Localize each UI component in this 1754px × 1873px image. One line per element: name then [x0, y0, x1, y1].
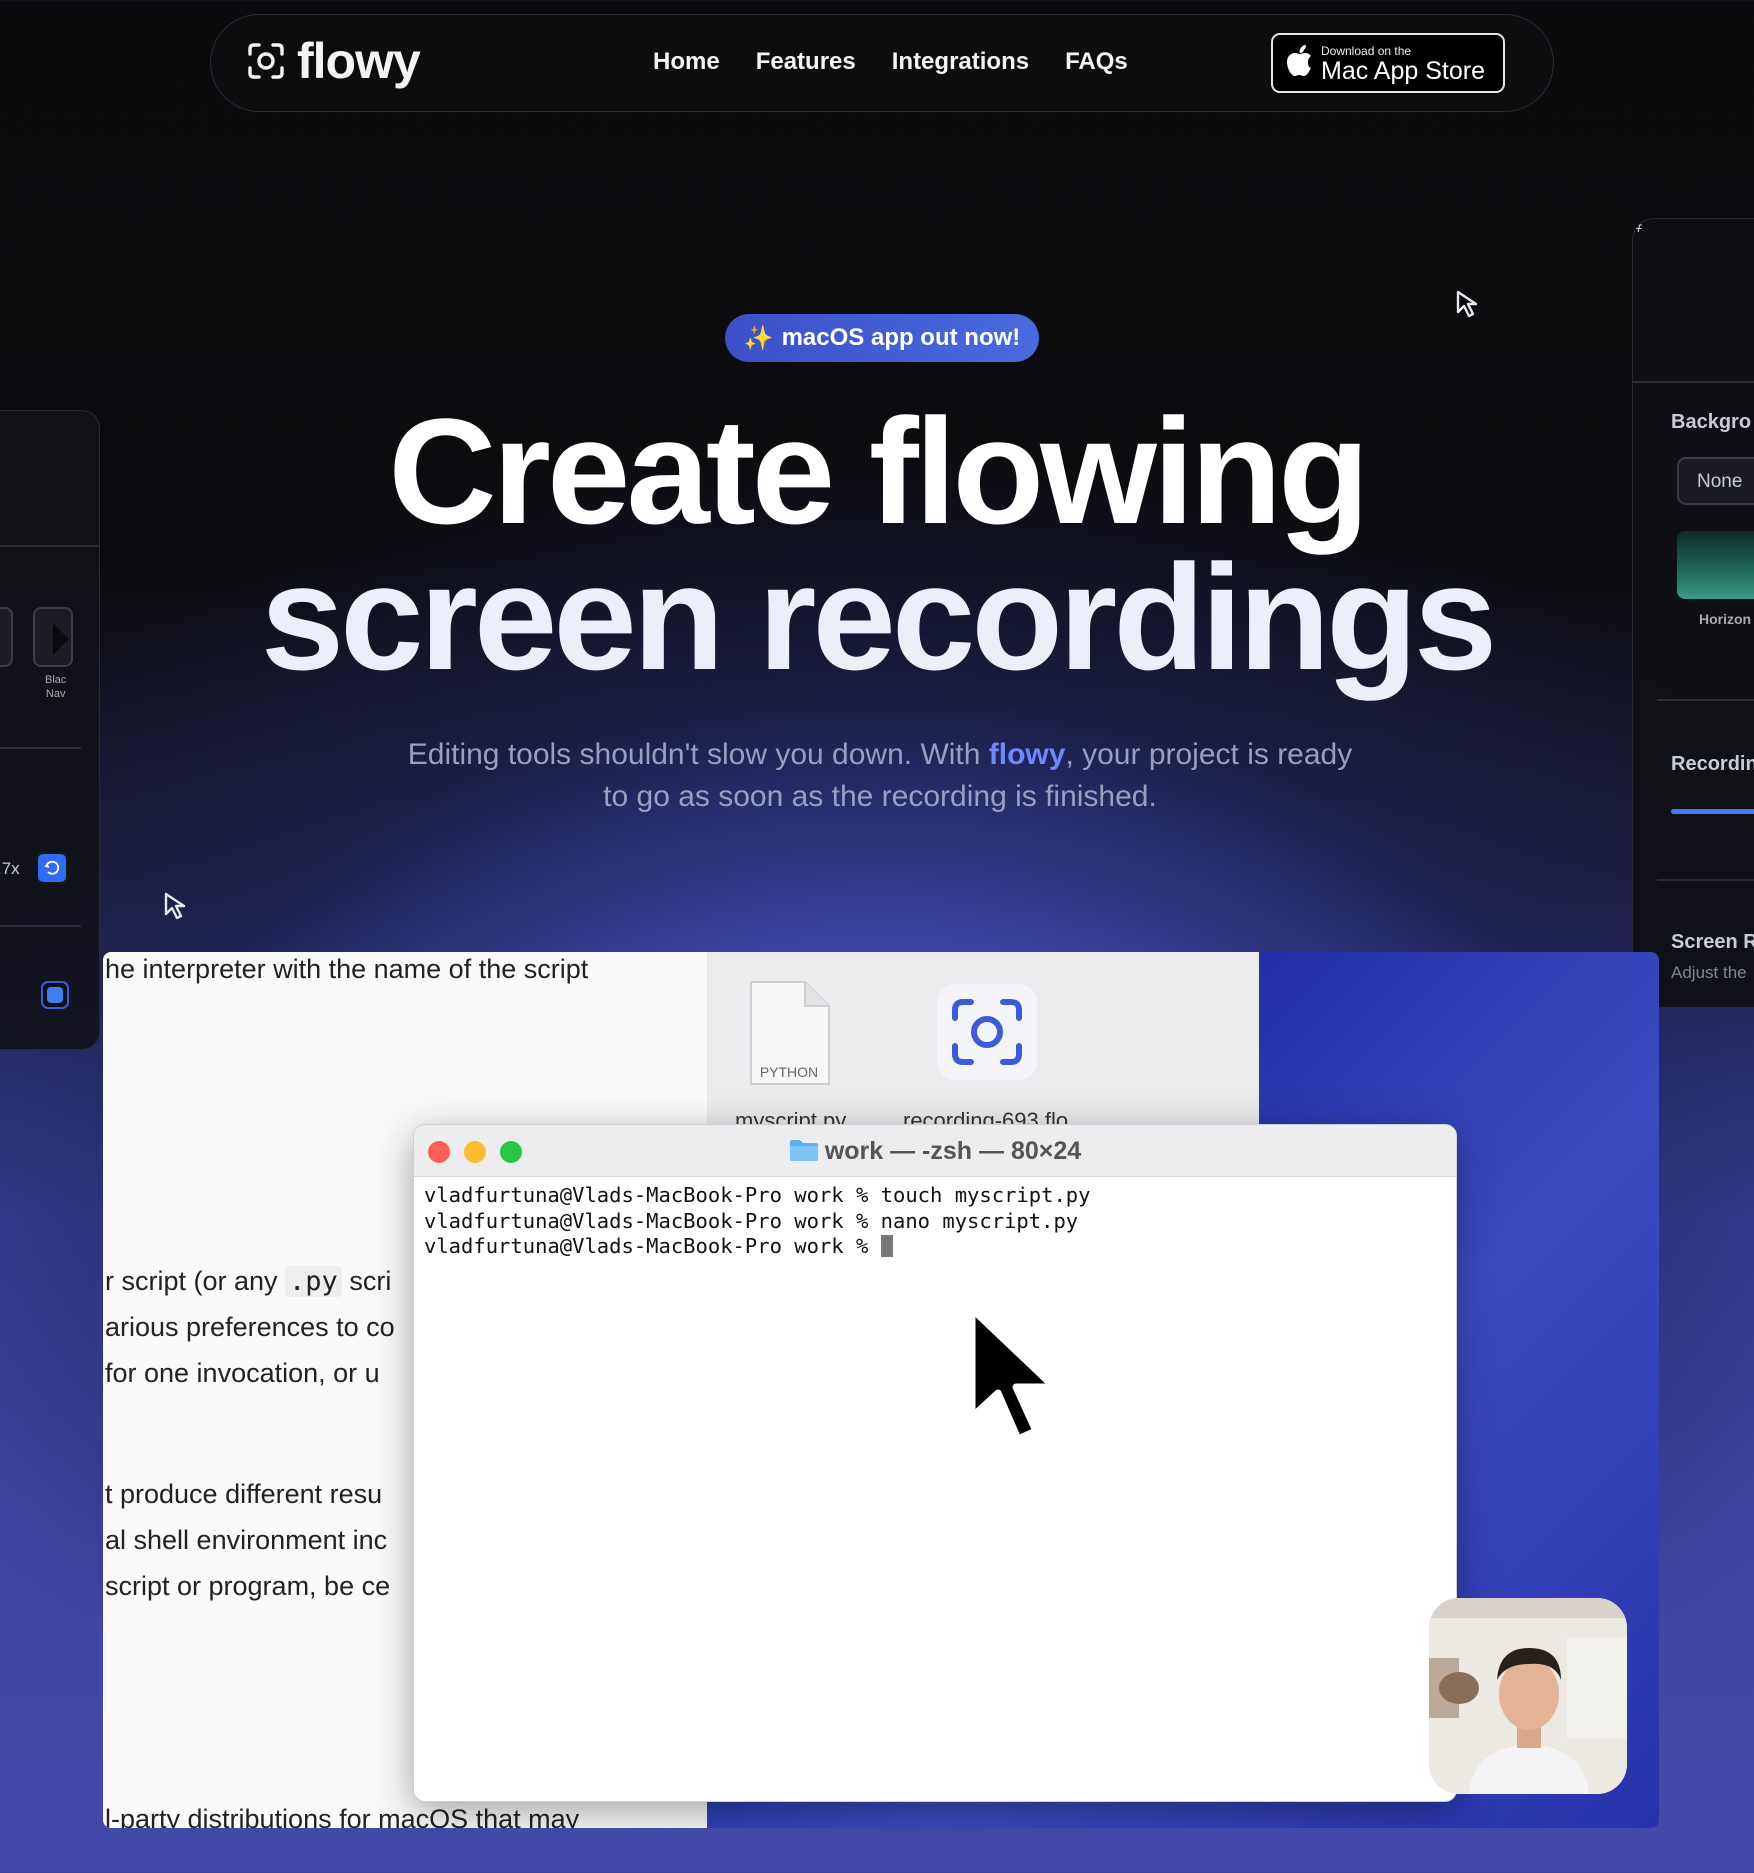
python-file-icon[interactable]: PYTHON: [747, 980, 831, 1086]
code-inline: .py: [285, 1266, 342, 1297]
background-section-title: Backgro: [1671, 411, 1752, 433]
terminal-line: vladfurtuna@Vlads-MacBook-Pro work %: [424, 1234, 1446, 1260]
logo[interactable]: flowy: [247, 33, 421, 89]
divider: [0, 747, 81, 749]
divider: [0, 545, 99, 547]
terminal-titlebar: work — -zsh — 80×24: [414, 1125, 1456, 1177]
finder-window: PYTHON myscript.py recording-693.flo: [707, 952, 1259, 1152]
logo-icon: [247, 42, 285, 80]
nav-link-integrations[interactable]: Integrations: [892, 48, 1029, 76]
terminal-title: work — -zsh — 80×24: [414, 1137, 1456, 1169]
pointer-icon: [1456, 290, 1482, 323]
horizon-label: Horizon: [1699, 611, 1752, 627]
recording-preview: he interpreter with the name of the scri…: [103, 952, 1659, 1828]
doc-text-line: he interpreter with the name of the scri…: [105, 954, 589, 984]
terminal-line: vladfurtuna@Vlads-MacBook-Pro work % tou…: [424, 1183, 1091, 1207]
right-settings-panel: Backgro None Horizon Recordin # Screen R…: [1632, 218, 1754, 1008]
nav-link-faqs[interactable]: FAQs: [1065, 48, 1128, 76]
left-editor-panel: BlacNav .7x: [0, 410, 100, 1050]
doc-text-line: t produce different resu: [105, 1479, 383, 1509]
doc-text-line: r script (or any .py scri: [105, 1266, 392, 1297]
thumbnail[interactable]: [0, 607, 13, 667]
folder-icon: [789, 1138, 819, 1169]
hero-heading: Create flowing screen recordings: [0, 387, 1754, 701]
nav-link-home[interactable]: Home: [653, 48, 720, 76]
nav-link-features[interactable]: Features: [756, 48, 856, 76]
thumbnail-label: Blac Nav: [45, 674, 67, 700]
subtitle-brand: flowy: [988, 738, 1066, 771]
announcement-badge[interactable]: ✨ macOS app out now!: [725, 314, 1039, 362]
hero-line-2: screen recordings: [260, 533, 1498, 701]
flowy-file-icon[interactable]: [937, 984, 1037, 1080]
hero-subtitle: Editing tools shouldn't slow you down. W…: [350, 734, 1410, 818]
speed-value: .7x: [0, 859, 20, 878]
subtitle-part-2: , your project is ready: [1065, 738, 1353, 771]
terminal-window: work — -zsh — 80×24 vladfurtuna@Vlads-Ma…: [413, 1124, 1457, 1802]
top-navbar: flowy Home Features Integrations FAQs Do…: [210, 14, 1554, 112]
apple-icon: [1285, 44, 1313, 83]
hero-line-1: Create flowing: [388, 387, 1369, 555]
sparkles-icon: ✨: [743, 324, 774, 352]
store-big-text: Mac App Store: [1321, 57, 1485, 85]
none-button[interactable]: None: [1677, 457, 1754, 505]
nav-links: Home Features Integrations FAQs: [653, 48, 1128, 76]
screen-section-title: Screen R: [1671, 931, 1754, 953]
doc-text-line: al shell environment inc: [105, 1525, 388, 1555]
large-pointer-icon: [962, 1301, 1072, 1456]
doc-text-line: l-party distributions for macOS that may: [105, 1804, 580, 1828]
reset-icon[interactable]: [38, 854, 66, 882]
badge-text: macOS app out now!: [781, 324, 1021, 351]
divider: [1633, 381, 1754, 383]
logo-text: flowy: [297, 33, 421, 89]
toggle-checkbox[interactable]: [41, 981, 69, 1009]
divider: [0, 925, 81, 927]
pointer-icon: [164, 892, 190, 925]
subtitle-line-2: to go as soon as the recording is finish…: [603, 780, 1157, 813]
horizon-thumbnail[interactable]: [1677, 531, 1754, 599]
terminal-line: vladfurtuna@Vlads-MacBook-Pro work % nan…: [424, 1208, 1079, 1233]
subtitle-part-1: Editing tools shouldn't slow you down. W…: [407, 738, 989, 771]
doc-text-line: script or program, be ce: [105, 1571, 391, 1601]
thumbnail-black[interactable]: [33, 607, 73, 667]
webcam-overlay[interactable]: [1429, 1598, 1627, 1794]
text-cursor: [880, 1235, 893, 1257]
doc-text-line: for one invocation, or u: [105, 1358, 380, 1388]
terminal-output[interactable]: vladfurtuna@Vlads-MacBook-Pro work % tou…: [414, 1177, 1456, 1266]
recording-section-title: Recordin: [1671, 753, 1754, 775]
recording-slider[interactable]: [1671, 809, 1754, 814]
divider: [1657, 699, 1754, 701]
screen-section-subtitle: Adjust the: [1671, 963, 1747, 982]
mac-app-store-button[interactable]: Download on the Mac App Store: [1271, 33, 1505, 93]
divider: [1657, 879, 1754, 881]
doc-text-line: arious preferences to co: [105, 1312, 395, 1342]
